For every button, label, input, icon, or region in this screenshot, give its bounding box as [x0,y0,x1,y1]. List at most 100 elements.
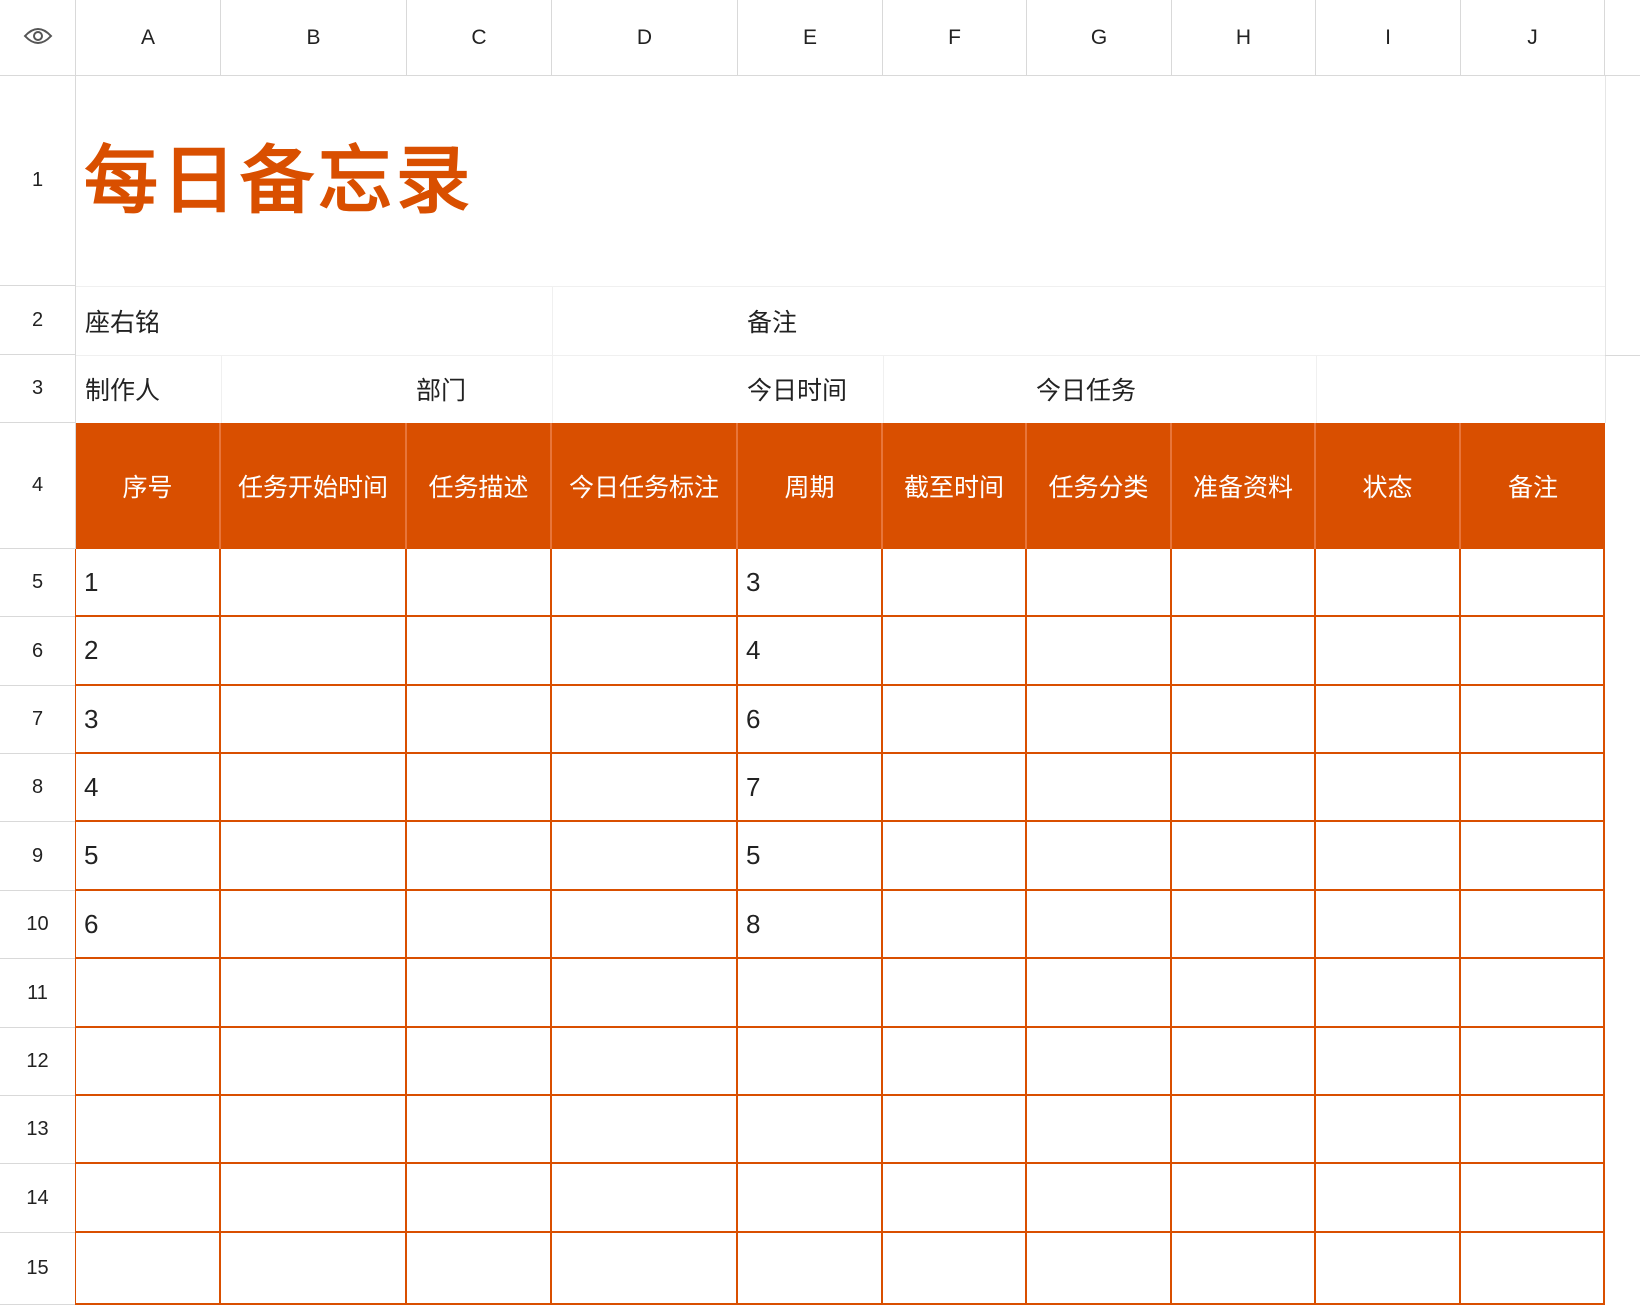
table-cell[interactable] [1316,891,1461,959]
table-cell[interactable] [407,686,552,754]
header-cycle[interactable]: 周期 [738,423,883,549]
table-cell[interactable] [883,1233,1027,1305]
column-header-i[interactable]: I [1316,0,1461,76]
table-cell[interactable] [552,686,738,754]
table-cell[interactable] [1316,1233,1461,1305]
column-header-b[interactable]: B [221,0,407,76]
eye-icon[interactable] [23,26,53,50]
table-cell[interactable]: 6 [76,891,221,959]
row-header-8[interactable]: 8 [0,754,76,822]
table-cell[interactable] [1027,1028,1172,1096]
table-cell[interactable] [1027,822,1172,891]
table-cell[interactable] [1316,1096,1461,1164]
table-cell[interactable] [1461,686,1605,754]
table-cell[interactable] [1172,617,1316,686]
table-cell[interactable] [1461,891,1605,959]
table-cell[interactable] [1461,617,1605,686]
table-cell[interactable] [221,1096,407,1164]
table-cell[interactable] [1461,1096,1605,1164]
table-cell[interactable] [76,1233,221,1305]
table-cell[interactable] [1027,1164,1172,1233]
table-cell[interactable] [552,822,738,891]
row-header-12[interactable]: 12 [0,1028,76,1096]
table-cell[interactable] [1172,891,1316,959]
table-cell[interactable] [1027,959,1172,1028]
row-header-4[interactable]: 4 [0,423,76,549]
header-materials[interactable]: 准备资料 [1172,423,1316,549]
table-cell[interactable] [407,891,552,959]
table-cell[interactable]: 3 [76,686,221,754]
table-cell[interactable] [738,1233,883,1305]
table-cell[interactable] [1316,686,1461,754]
row-header-7[interactable]: 7 [0,686,76,754]
table-cell[interactable] [1172,549,1316,617]
table-cell[interactable] [552,1233,738,1305]
table-cell[interactable] [221,1028,407,1096]
table-cell[interactable] [883,549,1027,617]
table-cell[interactable] [1316,822,1461,891]
table-cell[interactable] [221,549,407,617]
column-header-c[interactable]: C [407,0,552,76]
table-cell[interactable]: 5 [76,822,221,891]
column-header-h[interactable]: H [1172,0,1316,76]
select-all-corner[interactable] [0,0,76,76]
row-header-11[interactable]: 11 [0,959,76,1028]
table-cell[interactable] [738,1164,883,1233]
table-cell[interactable] [552,754,738,822]
table-cell[interactable] [1316,617,1461,686]
table-cell[interactable] [221,1233,407,1305]
table-cell[interactable] [221,754,407,822]
table-cell[interactable] [552,1096,738,1164]
maker-label[interactable]: 制作人 [76,355,221,423]
table-cell[interactable] [1027,1233,1172,1305]
today-time-label[interactable]: 今日时间 [738,355,1027,423]
table-cell[interactable] [552,1164,738,1233]
row-header-3[interactable]: 3 [0,355,76,423]
row-header-6[interactable]: 6 [0,617,76,686]
table-cell[interactable] [738,959,883,1028]
table-cell[interactable] [1461,1233,1605,1305]
column-header-d[interactable]: D [552,0,738,76]
remark-label[interactable]: 备注 [738,286,1605,355]
table-cell[interactable] [407,549,552,617]
column-header-f[interactable]: F [883,0,1027,76]
table-cell[interactable] [76,1164,221,1233]
table-cell[interactable] [407,1233,552,1305]
table-cell[interactable] [1316,1028,1461,1096]
row-header-9[interactable]: 9 [0,822,76,891]
column-header-a[interactable]: A [76,0,221,76]
table-cell[interactable] [1316,754,1461,822]
table-cell[interactable] [221,822,407,891]
table-cell[interactable] [407,1028,552,1096]
table-cell[interactable]: 7 [738,754,883,822]
table-cell[interactable] [221,1164,407,1233]
table-cell[interactable] [407,959,552,1028]
motto-label[interactable]: 座右铭 [76,286,552,355]
header-today-mark[interactable]: 今日任务标注 [552,423,738,549]
table-cell[interactable] [738,1096,883,1164]
column-header-e[interactable]: E [738,0,883,76]
table-cell[interactable] [552,617,738,686]
table-cell[interactable]: 6 [738,686,883,754]
table-cell[interactable]: 4 [738,617,883,686]
table-cell[interactable] [1461,959,1605,1028]
table-cell[interactable] [1461,549,1605,617]
table-cell[interactable]: 8 [738,891,883,959]
table-cell[interactable] [1172,822,1316,891]
table-cell[interactable] [1027,549,1172,617]
table-cell[interactable] [883,617,1027,686]
dept-label[interactable]: 部门 [407,355,552,423]
table-cell[interactable] [76,1096,221,1164]
sheet-title[interactable]: 每日备忘录 [84,76,784,286]
table-cell[interactable] [883,822,1027,891]
table-cell[interactable] [407,754,552,822]
row-header-15[interactable]: 15 [0,1233,76,1305]
table-cell[interactable] [1027,1096,1172,1164]
header-description[interactable]: 任务描述 [407,423,552,549]
header-start-time[interactable]: 任务开始时间 [221,423,407,549]
table-cell[interactable]: 1 [76,549,221,617]
header-seq[interactable]: 序号 [76,423,221,549]
table-cell[interactable] [221,959,407,1028]
table-cell[interactable] [552,1028,738,1096]
row-header-14[interactable]: 14 [0,1164,76,1233]
